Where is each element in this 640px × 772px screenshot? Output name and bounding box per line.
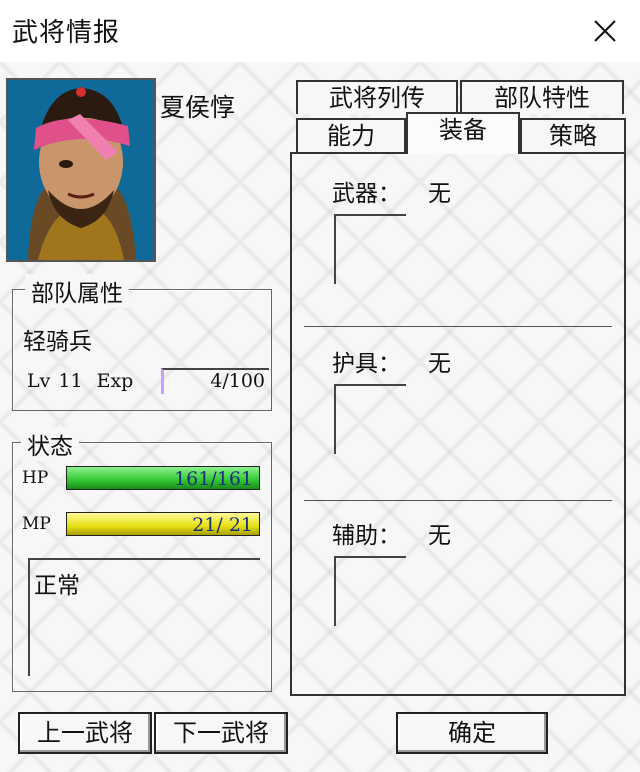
general-portrait <box>6 78 156 262</box>
tab-strategy[interactable]: 策略 <box>520 118 626 152</box>
unit-attributes-title: 部队属性 <box>25 274 129 308</box>
condition-text: 正常 <box>34 573 80 599</box>
armor-label: 护具： <box>332 351 401 377</box>
unit-type: 轻骑兵 <box>23 329 92 355</box>
close-icon[interactable] <box>588 14 622 48</box>
unit-attributes-group: 部队属性 轻骑兵 Lv 11 Exp 4/100 <box>12 274 272 411</box>
accessory-label: 辅助： <box>332 523 401 549</box>
mp-label: MP <box>22 514 51 534</box>
hp-value: 161/161 <box>174 468 253 490</box>
accessory-value: 无 <box>428 523 451 549</box>
status-title: 状态 <box>21 427 79 461</box>
hp-label: HP <box>22 468 49 488</box>
armor-slot[interactable] <box>334 384 406 454</box>
exp-value: 4/100 <box>161 368 269 394</box>
prev-general-button[interactable]: 上一武将 <box>18 712 152 754</box>
accessory-slot[interactable] <box>334 556 406 626</box>
weapon-value: 无 <box>428 181 451 207</box>
ok-button[interactable]: 确定 <box>396 712 548 754</box>
weapon-label: 武器： <box>332 181 401 207</box>
general-name: 夏侯惇 <box>160 93 236 122</box>
window-title: 武将情报 <box>12 18 121 48</box>
condition-box: 正常 <box>28 558 260 676</box>
armor-value: 无 <box>428 351 451 377</box>
level-value: 11 <box>58 370 83 392</box>
weapon-slot[interactable] <box>334 214 406 284</box>
mp-bar: 21/ 21 <box>66 512 260 536</box>
tab-biography[interactable]: 武将列传 <box>296 80 458 114</box>
portrait-image <box>8 80 154 260</box>
tab-unit-traits[interactable]: 部队特性 <box>460 80 624 114</box>
exp-label: Exp <box>96 370 134 392</box>
next-general-button[interactable]: 下一武将 <box>154 712 288 754</box>
tab-ability[interactable]: 能力 <box>296 118 406 152</box>
tab-equipment[interactable]: 装备 <box>406 112 520 154</box>
level-row: Lv 11 Exp <box>27 370 141 392</box>
hp-bar: 161/161 <box>66 466 260 490</box>
mp-value: 21/ 21 <box>192 514 253 536</box>
level-label: Lv <box>27 370 51 392</box>
separator <box>304 500 612 501</box>
separator <box>304 326 612 327</box>
title-bar: 武将情报 <box>0 0 640 62</box>
